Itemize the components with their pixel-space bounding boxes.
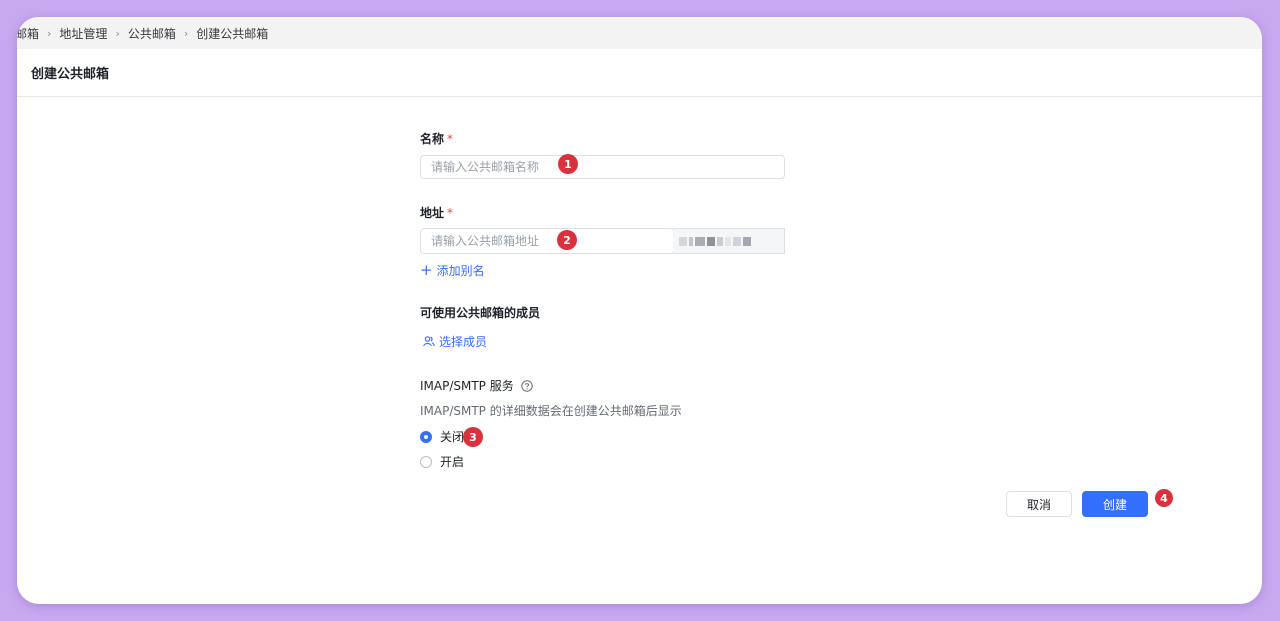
required-mark: * (447, 206, 454, 220)
imap-label-text: IMAP/SMTP 服务 (420, 379, 514, 393)
radio-option-on-label: 开启 (440, 455, 465, 469)
members-label: 可使用公共邮箱的成员 (420, 306, 541, 320)
help-icon[interactable] (521, 379, 533, 392)
page-title: 创建公共邮箱 (31, 67, 110, 82)
add-alias-link[interactable]: + 添加别名 (420, 262, 485, 279)
name-input[interactable] (420, 155, 785, 179)
address-label-text: 地址 (420, 206, 445, 220)
chevron-right-icon: › (47, 26, 52, 40)
radio-option-off[interactable]: 关闭 (420, 428, 464, 445)
name-label: 名称 * (420, 130, 453, 147)
step-marker-2: 2 (557, 230, 577, 250)
radio-checked-icon[interactable] (420, 430, 432, 443)
domain-suffix-redacted (673, 228, 785, 254)
select-members-link[interactable]: 选择成员 (423, 333, 487, 350)
plus-icon: + (420, 261, 433, 279)
add-alias-label: 添加别名 (436, 264, 485, 278)
breadcrumb-item-public-mailbox[interactable]: 公共邮箱 (128, 25, 176, 42)
radio-unchecked-icon[interactable] (420, 455, 432, 468)
imap-description: IMAP/SMTP 的详细数据会在创建公共邮箱后显示 (420, 404, 682, 418)
breadcrumb-item-current: 创建公共邮箱 (196, 26, 269, 41)
step-marker-4: 4 (1155, 489, 1173, 507)
address-input[interactable] (420, 228, 674, 254)
required-mark: * (447, 132, 454, 146)
page-header: 创建公共邮箱 (17, 49, 1262, 97)
breadcrumb: 邮箱 › 地址管理 › 公共邮箱 › 创建公共邮箱 (17, 17, 1262, 49)
step-marker-1: 1 (558, 154, 578, 174)
radio-option-on[interactable]: 开启 (420, 453, 464, 470)
imap-label: IMAP/SMTP 服务 (420, 377, 533, 394)
step-marker-3: 3 (463, 427, 483, 447)
breadcrumb-item-mailbox[interactable]: 邮箱 (17, 25, 39, 42)
users-icon (423, 336, 435, 347)
radio-option-off-label: 关闭 (440, 430, 465, 444)
create-button[interactable]: 创建 (1082, 491, 1148, 517)
address-label: 地址 * (420, 204, 453, 221)
cancel-button[interactable]: 取消 (1006, 491, 1072, 517)
name-label-text: 名称 (420, 132, 445, 146)
breadcrumb-item-address-management[interactable]: 地址管理 (59, 25, 107, 42)
select-members-label: 选择成员 (439, 335, 488, 349)
chevron-right-icon: › (183, 26, 189, 40)
app-window: 邮箱 › 地址管理 › 公共邮箱 › 创建公共邮箱 创建公共邮箱 名称* 1 地… (17, 17, 1262, 604)
chevron-right-icon: › (115, 26, 120, 40)
